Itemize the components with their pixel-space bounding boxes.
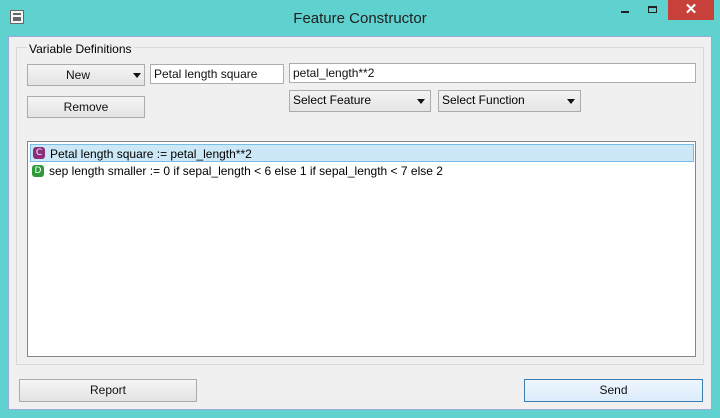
feature-name-input[interactable]: Petal length square (150, 64, 284, 84)
send-button[interactable]: Send (524, 379, 703, 402)
minimize-button[interactable] (610, 0, 640, 20)
new-button[interactable]: New (27, 64, 145, 86)
chevron-down-icon (567, 99, 575, 104)
select-function-dropdown[interactable]: Select Function (438, 90, 581, 112)
close-button[interactable]: ✕ (668, 0, 714, 20)
continuous-badge-icon: C (33, 147, 45, 159)
remove-button-label: Remove (63, 100, 109, 114)
send-button-label: Send (599, 383, 628, 397)
discrete-badge-icon: D (32, 165, 44, 177)
title-bar: Feature Constructor ✕ (0, 0, 720, 36)
select-feature-label: Select Feature (293, 93, 372, 107)
group-title: Variable Definitions (27, 42, 134, 56)
select-function-label: Select Function (442, 93, 525, 107)
dialog-body: Variable Definitions New Petal length sq… (8, 36, 712, 410)
minimize-icon (621, 11, 629, 13)
close-icon: ✕ (684, 1, 698, 18)
expression-input[interactable]: petal_length**2 (289, 63, 696, 83)
variable-definitions-group: Variable Definitions New Petal length sq… (16, 42, 704, 365)
chevron-down-icon (417, 99, 425, 104)
report-button[interactable]: Report (19, 379, 197, 402)
maximize-button[interactable] (640, 0, 666, 20)
remove-button[interactable]: Remove (27, 96, 145, 118)
chevron-down-icon (133, 73, 141, 78)
feature-list[interactable]: C Petal length square := petal_length**2… (27, 141, 696, 357)
list-item[interactable]: D sep length smaller := 0 if sepal_lengt… (30, 162, 694, 180)
list-item[interactable]: C Petal length square := petal_length**2 (30, 144, 694, 162)
maximize-icon (648, 6, 657, 13)
list-item-text: sep length smaller := 0 if sepal_length … (49, 164, 443, 178)
new-button-label: New (65, 68, 90, 82)
feature-constructor-window: Feature Constructor ✕ Variable Definitio… (0, 0, 720, 418)
report-button-label: Report (89, 383, 127, 397)
list-item-text: Petal length square := petal_length**2 (50, 147, 252, 161)
select-feature-dropdown[interactable]: Select Feature (289, 90, 431, 112)
